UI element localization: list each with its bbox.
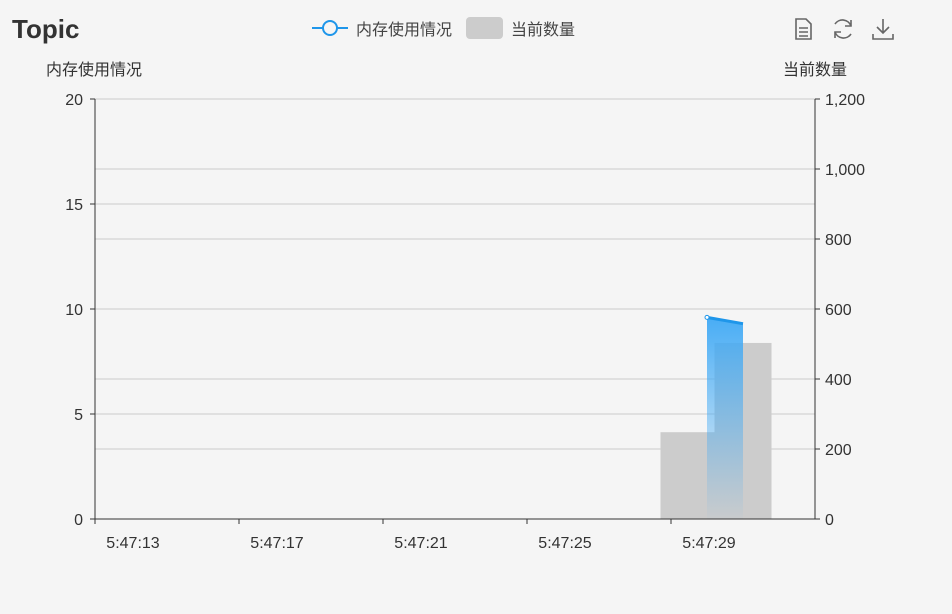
y-right-tick-label: 200: [825, 442, 852, 459]
y-right-tick-label: 600: [825, 302, 852, 319]
y-right-ticks: 0 200 400 600 800 1,000 1,200: [815, 92, 865, 529]
download-icon[interactable]: [870, 16, 896, 42]
bar-legend-icon: [466, 17, 504, 39]
legend-label-memory: 内存使用情况: [356, 22, 453, 39]
y-right-axis-label: 当前数量: [783, 61, 847, 79]
grid-lines: [95, 98, 815, 520]
line-path: [706, 315, 744, 326]
bar: [714, 342, 772, 519]
x-tick-label: 5:47:25: [538, 535, 591, 552]
y-left-tick-label: 0: [74, 512, 83, 529]
legend-item-count[interactable]: 当前数量: [466, 16, 575, 40]
y-left-tick-label: 10: [65, 302, 83, 319]
y-right-tick-label: 400: [825, 372, 852, 389]
legend: 内存使用情况 当前数量: [312, 16, 575, 40]
data-view-icon[interactable]: [790, 16, 816, 42]
chart-title: Topic: [12, 14, 80, 44]
y-left-axis-label: 内存使用情况: [46, 61, 142, 79]
y-left-tick-label: 20: [65, 92, 83, 109]
bar: [660, 432, 718, 519]
legend-label-count: 当前数量: [511, 22, 576, 39]
line-area-fill: [707, 317, 743, 519]
chart-canvas: 0 5 10 15 20 0 200 400 600 800 1,000 1,200 5:47:13…: [46, 61, 865, 552]
line-point: [704, 314, 710, 320]
toolbox: [790, 16, 896, 42]
y-right-tick-label: 800: [825, 232, 852, 249]
x-tick-label: 5:47:17: [250, 535, 303, 552]
line-series: [704, 314, 744, 519]
x-ticks: 5:47:13 5:47:17 5:47:21 5:47:25 5:47:29: [94, 519, 736, 552]
bar-series: [660, 342, 772, 519]
y-right-tick-label: 0: [825, 512, 834, 529]
y-right-tick-label: 1,200: [825, 92, 865, 109]
legend-item-memory[interactable]: 内存使用情况: [312, 16, 452, 40]
y-right-tick-label: 1,000: [825, 162, 865, 179]
y-left-tick-label: 15: [65, 197, 83, 214]
refresh-icon[interactable]: [830, 16, 856, 42]
x-tick-label: 5:47:21: [394, 535, 447, 552]
x-tick-label: 5:47:13: [106, 535, 159, 552]
y-left-tick-label: 5: [74, 407, 83, 424]
y-left-ticks: 0 5 10 15 20: [65, 92, 95, 529]
x-tick-label: 5:47:29: [682, 535, 735, 552]
line-legend-icon: [312, 20, 348, 36]
